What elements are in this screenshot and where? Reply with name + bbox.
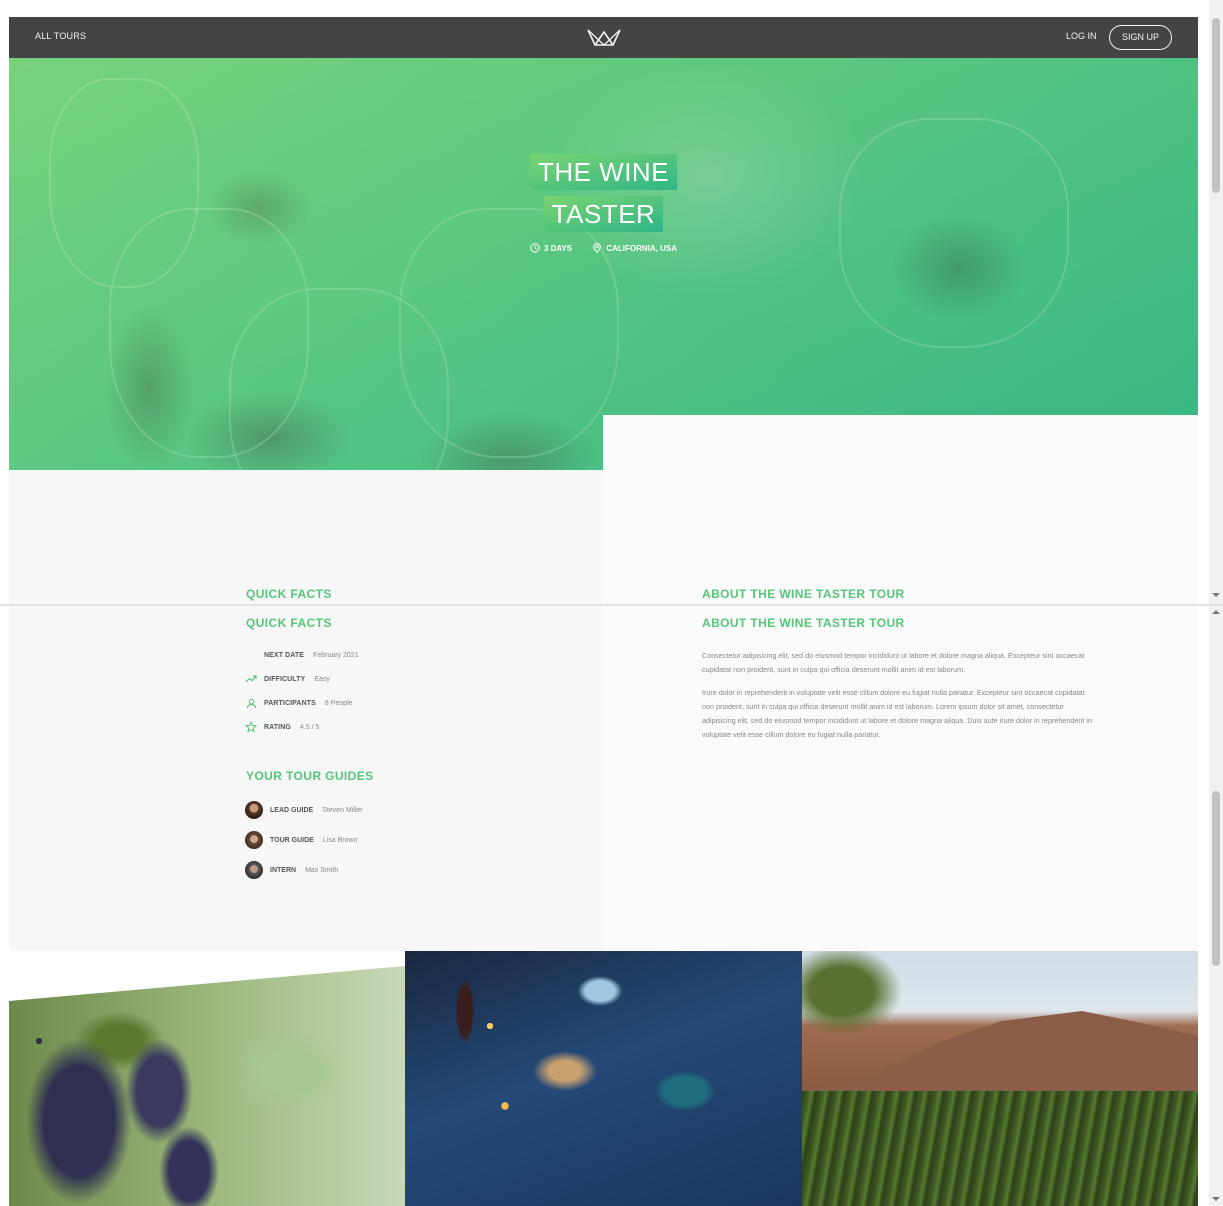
avatar [245,861,263,879]
crown-logo-icon[interactable] [586,27,622,49]
quick-facts-heading: QUICK FACTS [246,616,332,630]
about-paragraph-1: Consectetur adipisicing elit, sed do eiu… [702,651,1085,674]
fact-difficulty: DIFFICULTY Easy [245,673,330,685]
mountain-shape [802,1011,1198,1101]
tour-title-line-2: TASTER [543,196,664,232]
fact-rating: RATING 4.5 / 5 [245,721,319,733]
trending-up-icon [245,673,257,685]
tour-photo-gallery [9,951,1198,1206]
vineyard-rows [802,1091,1198,1206]
all-tours-link[interactable]: ALL TOURS [35,31,86,41]
calendar-icon [245,649,257,661]
guide-intern: INTERN Max Smith [245,861,338,879]
clock-icon [530,243,540,253]
map-pin-icon [593,243,602,253]
tour-duration: 3 DAYS [530,243,572,253]
user-icon [245,697,257,709]
signup-button[interactable]: SIGN UP [1109,25,1172,50]
avatar [245,801,263,819]
bottom-pane: QUICK FACTS NEXT DATE February 2021 DIFF… [0,606,1223,1206]
fact-participants: PARTICIPANTS 8 People [245,697,353,709]
tour-location: CALIFORNIA, USA [592,243,677,253]
top-scrollbar-thumb[interactable] [1212,18,1220,193]
bottom-scrollbar-thumb[interactable] [1212,791,1220,966]
fact-next-date: NEXT DATE February 2021 [245,649,359,661]
about-heading: ABOUT THE WINE TASTER TOUR [702,587,905,601]
quick-facts-background [9,470,603,604]
gallery-photo-vineyard [802,951,1198,1206]
about-background [603,415,1198,604]
login-link[interactable]: LOG IN [1066,31,1097,41]
tour-title-line-1: THE WINE [529,154,678,190]
gallery-photo-grapes [9,966,405,1206]
site-header: ALL TOURS LOG IN SIGN UP [9,17,1198,58]
tour-guides-heading: YOUR TOUR GUIDES [246,769,374,783]
guide-tour: TOUR GUIDE Lisa Brown [245,831,357,849]
bottom-scrollbar[interactable] [1209,606,1223,1206]
gallery-photo-dinner [405,951,802,1206]
guide-lead: LEAD GUIDE Steven Miller [245,801,363,819]
about-paragraph-2: Irure dolor in reprehenderit in voluptat… [702,688,1092,739]
tour-meta: 3 DAYS CALIFORNIA, USA [9,243,1198,255]
quick-facts-heading: QUICK FACTS [246,587,332,601]
top-pane: THE WINE TASTER 3 DAYS CALIFORNIA, USA A… [0,0,1223,604]
avatar [245,831,263,849]
star-icon [245,721,257,733]
scroll-down-arrow-icon[interactable] [1212,1197,1220,1201]
scroll-down-arrow-icon[interactable] [1212,593,1220,597]
scroll-up-arrow-icon[interactable] [1212,610,1220,614]
tour-title: THE WINE TASTER [9,152,1198,236]
top-scrollbar[interactable] [1209,0,1223,604]
about-heading: ABOUT THE WINE TASTER TOUR [702,616,905,630]
